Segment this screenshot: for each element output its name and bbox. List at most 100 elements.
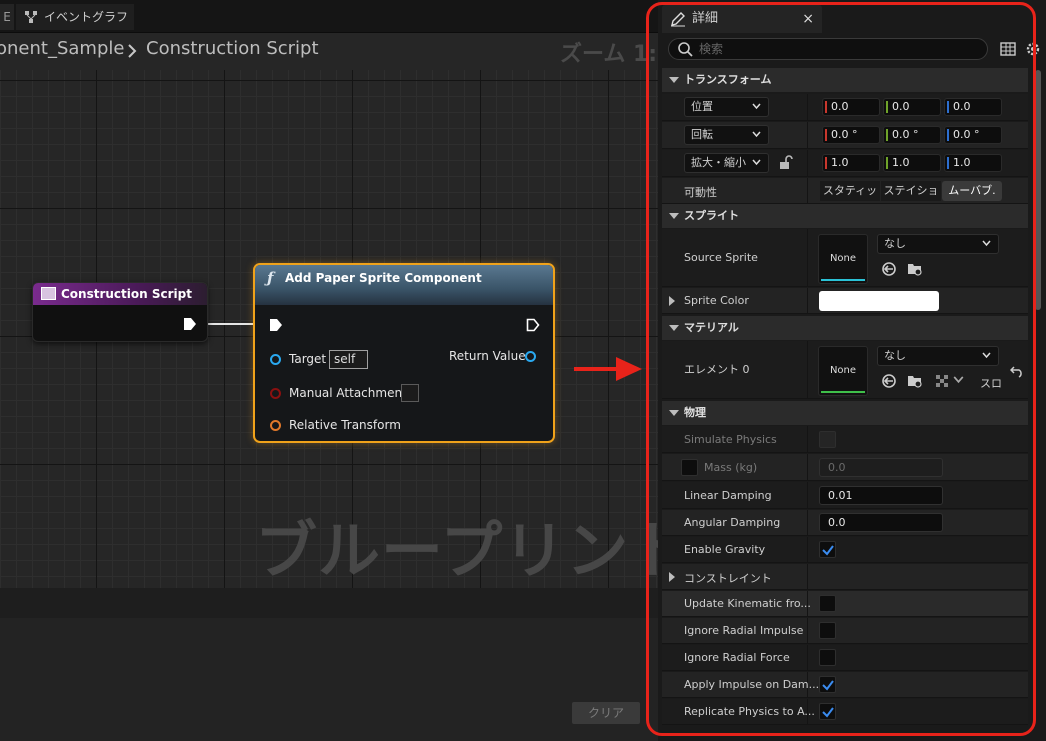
column-divider — [807, 618, 808, 643]
graph-footer-strip — [0, 588, 660, 618]
mass-field[interactable]: 0.0 — [819, 458, 943, 477]
exec-in-pin[interactable] — [269, 318, 283, 332]
material-dropdown[interactable]: なし — [877, 346, 999, 366]
details-search-input[interactable]: 検索 — [668, 38, 988, 60]
column-divider — [807, 454, 808, 480]
ignore-radial-force-checkbox[interactable] — [819, 649, 836, 666]
mobility-static-option[interactable]: スタティッ — [820, 181, 880, 201]
mass-row: Mass (kg) 0.0 — [662, 454, 1028, 481]
section-sprite-label: スプライト — [684, 209, 739, 222]
rotation-x-field[interactable]: 0.0 ° — [822, 126, 880, 144]
section-physics-label: 物理 — [684, 406, 706, 419]
location-mode-dropdown[interactable]: 位置 — [684, 97, 769, 117]
section-material[interactable]: マテリアル — [662, 316, 1028, 340]
graph-tab-bar: E イベントグラフ — [0, 0, 660, 33]
function-entry-icon — [41, 287, 56, 300]
apply-impulse-checkbox[interactable] — [819, 676, 836, 693]
scale-y-value: 1.0 — [892, 156, 910, 169]
location-y-field[interactable]: 0.0 — [883, 98, 941, 116]
use-selected-asset-icon[interactable] — [881, 261, 897, 277]
rotation-mode-dropdown[interactable]: 回転 — [684, 125, 769, 145]
clear-button[interactable]: クリア — [572, 702, 640, 724]
enable-gravity-checkbox[interactable] — [819, 541, 836, 558]
section-transform[interactable]: トランスフォーム — [662, 68, 1028, 92]
construction-script-node[interactable]: Construction Script — [32, 282, 208, 342]
collapse-arrow-icon — [669, 77, 679, 83]
linear-damping-label: Linear Damping — [684, 489, 772, 502]
section-sprite[interactable]: スプライト — [662, 204, 1028, 228]
source-sprite-thumb-text: None — [829, 253, 857, 264]
close-icon[interactable]: × — [802, 5, 814, 33]
angular-damping-field[interactable]: 0.0 — [819, 513, 943, 532]
bottom-panel: クリア — [0, 618, 660, 741]
blueprint-graph-canvas[interactable]: ブループリント Construction Script ƒ Add Paper … — [0, 70, 660, 588]
scale-x-field[interactable]: 1.0 — [822, 154, 880, 172]
tab-details[interactable]: 詳細 × — [662, 5, 822, 33]
mobility-movable-option[interactable]: ムーバブ. — [942, 181, 1002, 201]
add-paper-sprite-node[interactable]: ƒ Add Paper Sprite Component Target self… — [253, 263, 555, 443]
search-placeholder: 検索 — [699, 42, 724, 56]
target-pin[interactable] — [270, 354, 281, 365]
manual-attachment-checkbox[interactable] — [401, 384, 419, 402]
unlock-icon[interactable] — [777, 155, 793, 171]
use-selected-asset-icon[interactable] — [881, 373, 897, 389]
mass-override-checkbox[interactable] — [681, 459, 698, 476]
breadcrumb-current: Construction Script — [146, 38, 319, 59]
exec-then-pin[interactable] — [526, 318, 540, 332]
breadcrumb-parent[interactable]: onent_Sample — [0, 38, 124, 59]
reset-to-default-icon[interactable] — [1010, 364, 1024, 378]
expand-arrow-icon[interactable] — [669, 572, 675, 582]
source-sprite-label: Source Sprite — [684, 251, 758, 264]
sprite-color-swatch[interactable] — [819, 291, 939, 311]
column-divider — [807, 426, 808, 452]
ignore-radial-impulse-row: Ignore Radial Impulse — [662, 618, 1028, 644]
replicate-physics-checkbox[interactable] — [819, 703, 836, 720]
scale-y-field[interactable]: 1.0 — [883, 154, 941, 172]
checker-pattern-icon[interactable] — [934, 373, 950, 389]
details-scrollbar[interactable] — [1035, 70, 1041, 310]
column-divider — [807, 94, 808, 120]
exec-out-pin[interactable] — [183, 317, 197, 331]
linear-damping-field[interactable]: 0.01 — [819, 486, 943, 505]
rotation-y-field[interactable]: 0.0 ° — [883, 126, 941, 144]
rotation-row: 回転 0.0 ° 0.0 ° 0.0 ° — [662, 122, 1028, 149]
return-value-pin[interactable] — [525, 351, 536, 362]
simulate-physics-label: Simulate Physics — [684, 433, 777, 446]
unreal-editor: E イベントグラフ onent_Sample Construction Scri… — [0, 0, 1046, 741]
update-kinematic-checkbox[interactable] — [819, 595, 836, 612]
mobility-stationary-option[interactable]: ステイショ — [881, 181, 941, 201]
replicate-physics-label: Replicate Physics to A... — [684, 705, 815, 718]
scale-z-field[interactable]: 1.0 — [944, 154, 1002, 172]
scale-mode-dropdown[interactable]: 拡大・縮小 — [684, 153, 769, 173]
x-axis-marker — [825, 101, 827, 113]
column-divider — [807, 482, 808, 508]
simulate-physics-checkbox[interactable] — [819, 431, 836, 448]
chevron-down-icon — [752, 103, 761, 110]
column-divider — [807, 229, 808, 286]
gear-icon[interactable] — [1024, 40, 1042, 58]
x-axis-marker — [825, 157, 827, 169]
tab-event-graph[interactable]: イベントグラフ — [16, 4, 134, 30]
browse-asset-icon[interactable] — [907, 261, 923, 277]
chevron-down-icon[interactable] — [953, 375, 964, 385]
ignore-radial-impulse-checkbox[interactable] — [819, 622, 836, 639]
rotation-z-field[interactable]: 0.0 ° — [944, 126, 1002, 144]
relative-transform-pin[interactable] — [270, 420, 281, 431]
browse-asset-icon[interactable] — [907, 373, 923, 389]
material-thumbnail[interactable]: None — [818, 346, 868, 396]
expand-arrow-icon[interactable] — [669, 296, 675, 306]
section-material-label: マテリアル — [684, 321, 739, 334]
target-self-field[interactable]: self — [329, 350, 368, 369]
asset-type-bar — [821, 391, 865, 393]
scale-z-value: 1.0 — [953, 156, 971, 169]
manual-attachment-pin[interactable] — [270, 388, 281, 399]
source-sprite-thumbnail[interactable]: None — [818, 234, 868, 284]
tab-stub[interactable]: E — [0, 4, 14, 30]
source-sprite-dropdown[interactable]: なし — [877, 234, 999, 254]
property-matrix-icon[interactable] — [1000, 41, 1016, 57]
section-physics[interactable]: 物理 — [662, 401, 1028, 425]
location-z-field[interactable]: 0.0 — [944, 98, 1002, 116]
sprite-color-row: Sprite Color — [662, 288, 1028, 314]
return-value-label: Return Value — [449, 349, 526, 363]
location-x-field[interactable]: 0.0 — [822, 98, 880, 116]
